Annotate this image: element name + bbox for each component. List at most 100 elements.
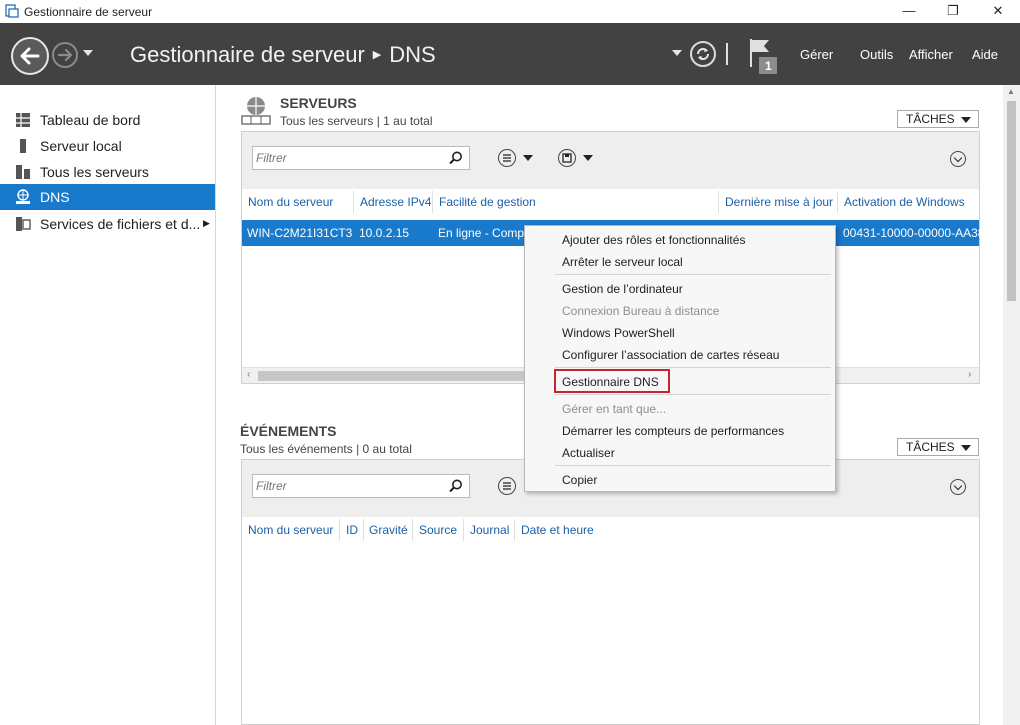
column-ipv4[interactable]: Adresse IPv4 — [360, 195, 431, 209]
chevron-down-icon[interactable] — [672, 49, 682, 57]
menu-separator — [555, 465, 831, 466]
list-view-button[interactable] — [498, 477, 516, 495]
scroll-right-icon[interactable]: › — [968, 369, 971, 380]
menu-item-performance-counters[interactable]: Démarrer les compteurs de performances — [562, 424, 784, 438]
scrollbar-thumb[interactable] — [1007, 101, 1016, 301]
maximize-button[interactable]: ❐ — [930, 0, 976, 23]
sidebar-item-label: Serveur local — [40, 138, 122, 154]
column-server-name[interactable]: Nom du serveur — [248, 523, 333, 537]
collapse-toggle-button[interactable] — [950, 151, 966, 167]
list-icon — [503, 482, 511, 490]
scroll-left-icon[interactable]: ‹ — [247, 369, 250, 380]
menu-item-copy[interactable]: Copier — [562, 473, 597, 487]
column-source[interactable]: Source — [419, 523, 457, 537]
column-divider — [412, 519, 413, 541]
menu-aide[interactable]: Aide — [972, 47, 998, 62]
cell-manageability: En ligne - Comp — [438, 226, 525, 240]
cell-activation: 00431-10000-00000-AA38 — [843, 226, 985, 240]
sidebar-item-dashboard[interactable]: Tableau de bord — [0, 107, 215, 133]
menu-item-add-roles[interactable]: Ajouter des rôles et fonctionnalités — [562, 233, 745, 247]
menu-afficher[interactable]: Afficher — [909, 47, 953, 62]
servers-section-icon — [241, 97, 271, 125]
server-icon — [20, 139, 26, 153]
scrollbar-thumb[interactable] — [258, 371, 528, 381]
events-tasks-dropdown[interactable]: TÂCHES — [897, 438, 979, 456]
main-vertical-scrollbar[interactable]: ▲ — [1003, 85, 1020, 725]
menu-item-dns-manager[interactable]: Gestionnaire DNS — [562, 375, 659, 389]
column-last-update[interactable]: Dernière mise à jour — [725, 195, 833, 209]
dashboard-icon — [16, 113, 30, 127]
sidebar-item-label: DNS — [40, 189, 70, 205]
menu-item-remote-desktop: Connexion Bureau à distance — [562, 304, 720, 318]
servers-filter[interactable] — [252, 146, 470, 170]
cell-ipv4: 10.0.2.15 — [359, 226, 410, 240]
menu-item-manage-as: Gérer en tant que... — [562, 402, 667, 416]
column-manageability[interactable]: Facilité de gestion — [439, 195, 536, 209]
forward-button[interactable] — [52, 42, 78, 68]
minimize-button[interactable]: — — [886, 0, 932, 23]
events-filter[interactable] — [252, 474, 470, 498]
context-menu: Ajouter des rôles et fonctionnalités Arr… — [524, 225, 836, 492]
refresh-button[interactable] — [690, 41, 716, 67]
menu-gerer[interactable]: Gérer — [800, 47, 833, 62]
servers-icon — [16, 165, 30, 179]
search-icon[interactable] — [449, 479, 463, 493]
chevron-down-icon — [961, 117, 971, 123]
column-log[interactable]: Journal — [470, 523, 509, 537]
window-titlebar: Gestionnaire de serveur — ❐ ✕ — [0, 0, 1020, 23]
tasks-label: TÂCHES — [906, 440, 955, 454]
sidebar-item-dns[interactable]: DNS — [0, 184, 215, 210]
close-button[interactable]: ✕ — [975, 0, 1020, 23]
chevron-down-icon[interactable] — [583, 155, 593, 161]
column-server-name[interactable]: Nom du serveur — [248, 195, 333, 209]
sidebar-item-label: Tableau de bord — [40, 112, 141, 128]
menu-separator — [555, 367, 831, 368]
column-divider — [363, 519, 364, 541]
menu-outils[interactable]: Outils — [860, 47, 893, 62]
menu-item-computer-management[interactable]: Gestion de l’ordinateur — [562, 282, 683, 296]
list-icon — [503, 154, 511, 162]
events-section-subtitle: Tous les événements | 0 au total — [240, 442, 412, 456]
servers-tasks-dropdown[interactable]: TÂCHES — [897, 110, 979, 128]
column-divider — [514, 519, 515, 541]
menu-separator — [555, 274, 831, 275]
column-divider — [432, 191, 433, 213]
column-id[interactable]: ID — [346, 523, 358, 537]
servers-section-title: SERVEURS — [280, 95, 357, 111]
sidebar-item-file-services[interactable]: Services de fichiers et d... ▶ — [0, 211, 215, 237]
breadcrumb-separator-icon: ▶ — [372, 49, 382, 61]
breadcrumb-page: DNS — [389, 42, 436, 67]
events-filter-input[interactable] — [256, 478, 446, 494]
breadcrumb-app[interactable]: Gestionnaire de serveur — [130, 42, 365, 67]
menu-item-powershell[interactable]: Windows PowerShell — [562, 326, 675, 340]
flag-icon — [750, 39, 777, 74]
notifications-button[interactable]: 1 — [745, 37, 779, 75]
scroll-up-icon[interactable]: ▲ — [1007, 87, 1015, 96]
back-button[interactable] — [11, 37, 49, 75]
column-severity[interactable]: Gravité — [369, 523, 408, 537]
column-divider — [718, 191, 719, 213]
sidebar-item-local-server[interactable]: Serveur local — [0, 133, 215, 159]
expand-arrow-icon[interactable]: ▶ — [203, 218, 210, 229]
sidebar-item-all-servers[interactable]: Tous les serveurs — [0, 159, 215, 185]
menu-item-nic-teaming[interactable]: Configurer l’association de cartes résea… — [562, 348, 779, 362]
save-icon — [562, 153, 572, 163]
servers-section-subtitle: Tous les serveurs | 1 au total — [280, 114, 433, 128]
tasks-label: TÂCHES — [906, 112, 955, 126]
menu-item-refresh[interactable]: Actualiser — [562, 446, 615, 460]
column-date-time[interactable]: Date et heure — [521, 523, 594, 537]
notification-count-badge: 1 — [765, 59, 772, 73]
file-services-icon — [16, 217, 31, 231]
servers-filter-input[interactable] — [256, 150, 446, 166]
column-divider — [463, 519, 464, 541]
search-icon[interactable] — [449, 151, 463, 165]
chevron-down-icon[interactable] — [523, 155, 533, 161]
chevron-down-icon[interactable] — [82, 49, 94, 57]
list-view-button[interactable] — [498, 149, 516, 167]
window-title: Gestionnaire de serveur — [24, 5, 153, 19]
save-query-button[interactable] — [558, 149, 576, 167]
menu-item-shutdown-local-server[interactable]: Arrêter le serveur local — [562, 255, 683, 269]
column-activation[interactable]: Activation de Windows — [844, 195, 965, 209]
collapse-toggle-button[interactable] — [950, 479, 966, 495]
breadcrumb: Gestionnaire de serveur ▶ DNS — [130, 42, 436, 68]
